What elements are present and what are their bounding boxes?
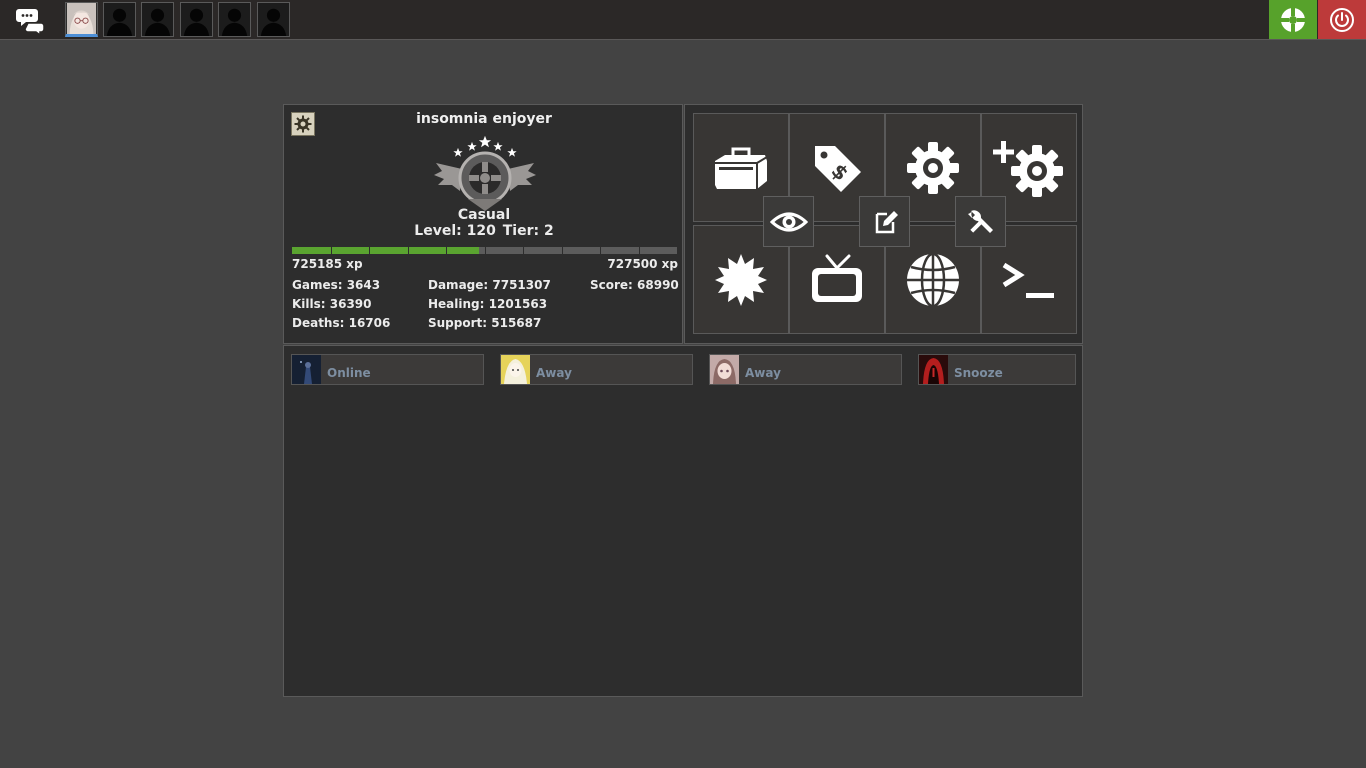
party-slot-empty[interactable] — [257, 2, 290, 37]
username: insomnia enjoyer — [416, 111, 552, 127]
stat-damage: Damage: 7751307 — [428, 278, 551, 292]
xp-tick — [638, 247, 640, 254]
xp-tick — [407, 247, 409, 254]
party-slot-empty[interactable] — [180, 2, 213, 37]
level-text: Level: 120 — [414, 223, 496, 239]
friend-avatar — [919, 355, 948, 384]
price-tag-icon: $ — [815, 145, 861, 192]
globe-icon — [907, 252, 959, 307]
xp-progress-fill — [292, 247, 480, 254]
xp-tick — [369, 247, 370, 254]
tools-button[interactable] — [955, 196, 1006, 247]
xp-tick — [600, 247, 601, 254]
edit-icon — [875, 210, 898, 233]
xp-progress-bar — [292, 247, 677, 254]
friend-avatar — [501, 355, 530, 384]
stat-kills: Kills: 36390 — [292, 297, 372, 311]
friend-status: Online — [327, 366, 371, 380]
stat-support: Support: 515687 — [428, 316, 542, 330]
tv-icon — [812, 254, 862, 302]
xp-tick — [446, 247, 447, 254]
spectate-button[interactable] — [763, 196, 814, 247]
friend-status: Away — [536, 366, 572, 380]
friends-panel: Online Away Away Snooze — [283, 345, 1083, 697]
wrench-icon — [967, 209, 993, 233]
stat-healing: Healing: 1201563 — [428, 297, 548, 311]
friend-avatar — [292, 355, 321, 384]
xp-tick — [561, 247, 563, 254]
tier-text: Tier: 2 — [502, 223, 554, 239]
top-bar — [0, 0, 1366, 40]
friend-item[interactable]: Away — [500, 354, 693, 385]
burst-icon — [715, 253, 767, 306]
friend-item[interactable]: Snooze — [918, 354, 1076, 385]
xp-tick — [484, 247, 486, 254]
toolbox-icon — [715, 147, 768, 189]
profile-panel: insomnia enjoyer Casual Level: 120 Tier:… — [283, 104, 683, 344]
party-slot-empty[interactable] — [141, 2, 174, 37]
rank-emblem-icon — [434, 134, 536, 211]
main-menu-button[interactable] — [1269, 0, 1317, 39]
xp-current: 725185 xp — [292, 257, 363, 271]
level-tier-line: Level: 120 Tier: 2 — [284, 223, 684, 239]
gear-icon — [907, 141, 959, 194]
xp-tick — [523, 247, 524, 254]
stat-deaths: Deaths: 16706 — [292, 316, 391, 330]
stat-score: Score: 68990 — [590, 278, 679, 292]
power-icon — [1330, 8, 1354, 32]
party-slot-empty[interactable] — [218, 2, 251, 37]
console-icon — [1002, 262, 1054, 298]
quit-button[interactable] — [1318, 0, 1366, 39]
friend-item[interactable]: Online — [291, 354, 484, 385]
rank-name: Casual — [457, 207, 511, 223]
tf2-logo-icon — [1281, 8, 1305, 32]
chat-bubbles-icon[interactable] — [14, 3, 48, 37]
friend-status: Away — [745, 366, 781, 380]
tools-panel: $ — [684, 104, 1083, 344]
edit-button[interactable] — [859, 196, 910, 247]
party-slot-self-avatar[interactable] — [65, 2, 98, 37]
friend-avatar — [710, 355, 739, 384]
xp-next-level: 727500 xp — [607, 257, 678, 271]
stat-games: Games: 3643 — [292, 278, 381, 292]
xp-tick — [330, 247, 332, 254]
eye-icon — [769, 212, 808, 231]
friend-status: Snooze — [954, 366, 1003, 380]
add-gear-icon — [993, 140, 1063, 197]
friend-item[interactable]: Away — [709, 354, 902, 385]
party-slot-empty[interactable] — [103, 2, 136, 37]
